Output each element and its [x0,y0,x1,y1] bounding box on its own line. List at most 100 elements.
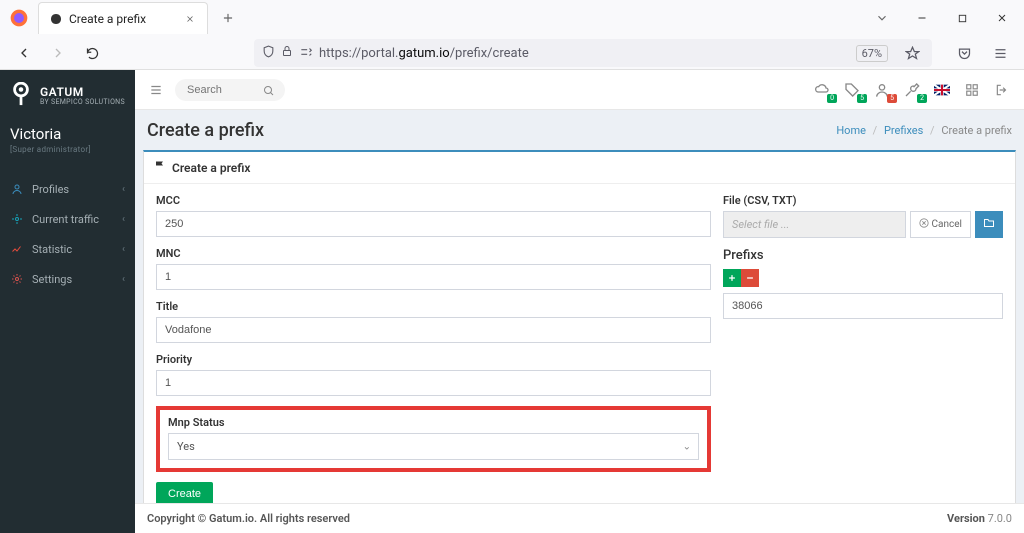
panel-heading: Create a prefix [144,152,1015,184]
brand: GATUM BY SEMPICO SOLUTIONS [0,70,135,119]
breadcrumb-parent[interactable]: Prefixes [884,124,923,137]
side-column: File (CSV, TXT) Select file ... Cancel [723,194,1003,503]
shield-icon [262,45,275,62]
user-block: Victoria [Super administrator] [0,119,135,164]
new-tab-button[interactable] [214,4,242,32]
file-cancel-button[interactable]: Cancel [910,211,971,238]
sidebar-item-label: Current traffic [32,213,114,226]
notif-tag-icon[interactable]: 5 [842,80,862,100]
panel: Create a prefix MCC MNC Title [143,150,1016,503]
flag-icon[interactable] [932,80,952,100]
browser-chrome: Create a prefix https://portal.gatu [0,0,1024,70]
search [175,79,285,101]
sidebar: GATUM BY SEMPICO SOLUTIONS Victoria [Sup… [0,70,135,533]
search-button[interactable] [261,83,277,99]
close-icon[interactable] [183,12,197,26]
lock-icon [281,45,293,62]
badge: 0 [827,94,837,103]
notif-user-icon[interactable]: 5 [872,80,892,100]
gear-icon [10,272,24,286]
browser-tab[interactable]: Create a prefix [38,2,208,34]
chart-icon [10,242,24,256]
mcc-input[interactable] [156,211,711,237]
file-label: File (CSV, TXT) [723,194,1003,207]
brand-subtitle: BY SEMPICO SOLUTIONS [40,99,125,107]
url-text: https://portal.gatum.io/prefix/create [319,46,529,61]
brand-icon [10,82,32,111]
footer-version: Version 7.0.0 [947,512,1012,525]
mnp-status-select[interactable]: Yes [168,433,699,460]
forward-button[interactable] [46,41,70,65]
sidebar-item-profiles[interactable]: Profiles ‹ [0,174,135,204]
add-prefix-button[interactable] [723,269,741,287]
form-column: MCC MNC Title Priority [156,194,711,503]
topbar: 0 5 5 2 [135,70,1024,110]
menu-icon[interactable] [988,41,1012,65]
prefix-input[interactable] [723,293,1003,319]
minimize-button[interactable] [908,4,936,32]
folder-icon [983,217,995,232]
sidebar-item-label: Profiles [32,183,114,196]
user-name: Victoria [10,125,125,143]
mnc-input[interactable] [156,264,711,290]
prefixs-title: Prefixs [723,248,1003,263]
cancel-icon [919,218,929,231]
chevron-left-icon: ‹ [122,244,125,255]
back-button[interactable] [12,41,36,65]
content: Create a prefix MCC MNC Title [135,150,1024,503]
chevron-left-icon: ‹ [122,274,125,285]
create-button[interactable]: Create [156,482,213,503]
reload-button[interactable] [80,41,104,65]
url-bar[interactable]: https://portal.gatum.io/prefix/create 67… [254,39,932,67]
tab-favicon-icon [49,12,63,26]
badge: 5 [857,94,867,103]
sidebar-item-settings[interactable]: Settings ‹ [0,264,135,294]
page-header: Create a prefix Home / Prefixes / Create… [135,110,1024,150]
breadcrumb-current: Create a prefix [941,124,1012,137]
chevron-down-icon[interactable] [868,4,896,32]
file-browse-button[interactable] [975,211,1003,238]
breadcrumb: Home / Prefixes / Create a prefix [836,124,1012,137]
maximize-button[interactable] [948,4,976,32]
title-label: Title [156,300,711,313]
traffic-icon [10,212,24,226]
sidebar-item-label: Statistic [32,243,114,256]
panel-title: Create a prefix [172,161,251,175]
priority-input[interactable] [156,370,711,396]
sidebar-item-current-traffic[interactable]: Current traffic ‹ [0,204,135,234]
file-input[interactable]: Select file ... [723,211,906,238]
zoom-level[interactable]: 67% [856,45,888,62]
sidebar-item-statistic[interactable]: Statistic ‹ [0,234,135,264]
mnp-status-label: Mnp Status [168,416,699,429]
close-window-button[interactable] [988,4,1016,32]
flag-icon [154,160,166,175]
sidebar-menu: Profiles ‹ Current traffic ‹ Statistic ‹… [0,174,135,294]
page-title: Create a prefix [147,120,264,141]
tab-title: Create a prefix [69,12,177,26]
app: GATUM BY SEMPICO SOLUTIONS Victoria [Sup… [0,70,1024,533]
notif-wrench-icon[interactable]: 2 [902,80,922,100]
sidebar-item-label: Settings [32,273,114,286]
user-role: [Super administrator] [10,145,125,154]
breadcrumb-home[interactable]: Home [836,124,866,137]
panel-body: MCC MNC Title Priority [144,184,1015,503]
address-bar: https://portal.gatum.io/prefix/create 67… [0,36,1024,70]
firefox-icon [8,7,30,29]
footer: Copyright © Gatum.io. All rights reserve… [135,503,1024,533]
mcc-label: MCC [156,194,711,207]
toggle-sidebar-button[interactable] [147,81,165,99]
pocket-icon[interactable] [952,41,976,65]
permissions-icon [299,45,313,62]
notif-cloud-icon[interactable]: 0 [812,80,832,100]
mnc-label: MNC [156,247,711,260]
grid-icon[interactable] [962,80,982,100]
bookmark-icon[interactable] [900,41,924,65]
badge: 2 [917,94,927,103]
highlighted-section: Mnp Status Yes ⌄ [156,406,711,472]
chevron-left-icon: ‹ [122,214,125,225]
remove-prefix-button[interactable] [741,269,759,287]
badge: 5 [887,94,897,103]
title-input[interactable] [156,317,711,343]
logout-icon[interactable] [992,80,1012,100]
main: 0 5 5 2 Create a prefix Home / Prefixes … [135,70,1024,533]
